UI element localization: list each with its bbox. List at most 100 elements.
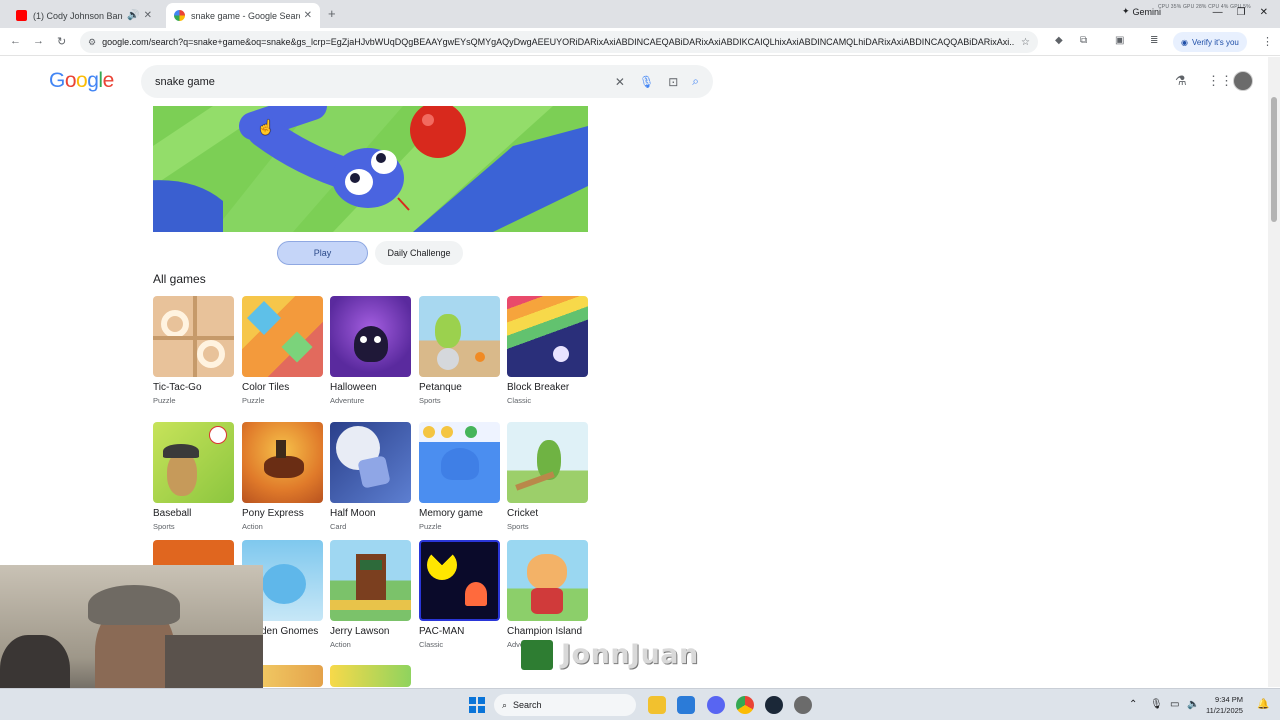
chrome-icon[interactable] (736, 696, 754, 714)
game-card-memory-game[interactable]: Memory game Puzzle (419, 422, 501, 531)
game-card-cricket[interactable]: Cricket Sports (507, 422, 589, 531)
search-box[interactable]: snake game ✕ 🎙 ⊡ ⌕ (141, 65, 713, 98)
reload-icon[interactable]: ↻ (57, 35, 66, 48)
daily-challenge-button[interactable]: Daily Challenge (375, 241, 463, 265)
speaker-icon[interactable]: 🔊 (127, 10, 139, 21)
discord-icon[interactable] (707, 696, 725, 714)
jerry-lawson-thumbnail (330, 540, 411, 621)
game-category: Classic (507, 396, 532, 405)
close-tab-icon[interactable]: ✕ (304, 10, 312, 21)
microphone-icon[interactable]: 🎙 (639, 75, 654, 89)
labs-icon[interactable]: ⚗ (1175, 73, 1187, 89)
clear-icon[interactable]: ✕ (615, 75, 625, 89)
tab-google-search[interactable]: snake game - Google Search ✕ (166, 3, 320, 28)
pac-man-thumbnail (419, 540, 500, 621)
game-name: Half Moon (330, 508, 376, 519)
apps-grid-icon[interactable]: ⋮⋮ (1207, 73, 1233, 89)
extension-icon[interactable]: ◆ (1055, 35, 1063, 46)
tic-tac-go-thumbnail (153, 296, 234, 377)
microphone-icon[interactable]: 🎙 (1150, 699, 1163, 710)
url-text[interactable]: google.com/search?q=snake+game&oq=snake&… (102, 37, 1015, 47)
gemini-label: Gemini (1132, 6, 1162, 17)
file-explorer-icon[interactable] (648, 696, 666, 714)
network-icon[interactable]: ▭ (1170, 699, 1179, 710)
game-name: Jerry Lawson (330, 626, 390, 637)
snake-game-banner[interactable] (153, 106, 588, 232)
new-tab-button[interactable]: + (328, 6, 336, 21)
game-card-pac-man[interactable]: PAC-MAN Classic (419, 540, 501, 649)
champion-island-thumbnail (507, 540, 588, 621)
account-icon: ◉ (1181, 37, 1188, 47)
page-scrollbar[interactable] (1268, 57, 1280, 687)
petanque-thumbnail (419, 296, 500, 377)
verify-label: Verify it's you (1191, 37, 1239, 47)
site-info-icon[interactable]: ⚙ (88, 37, 96, 48)
scrollbar-thumb[interactable] (1271, 97, 1277, 222)
game-card-half-moon[interactable]: Half Moon Card (330, 422, 412, 531)
game-category: Puzzle (153, 396, 176, 405)
search-icon[interactable]: ⌕ (692, 74, 699, 89)
search-icon: ⌕ (502, 699, 508, 710)
chevron-up-icon[interactable]: ⌃ (1129, 699, 1137, 710)
play-button[interactable]: Play (277, 241, 368, 265)
pony-express-thumbnail (242, 422, 323, 503)
game-card-tic-tac-go[interactable]: Tic-Tac-Go Puzzle (153, 296, 235, 405)
volume-icon[interactable]: 🔈 (1187, 699, 1199, 710)
omnibox[interactable]: ⚙ google.com/search?q=snake+game&oq=snak… (80, 31, 1038, 53)
app-icon[interactable] (794, 696, 812, 714)
minimize-icon[interactable]: — (1213, 7, 1223, 18)
game-card-partial[interactable] (330, 665, 412, 687)
game-card-champion-island[interactable]: Champion Island Adventure (507, 540, 589, 649)
steam-icon[interactable] (765, 696, 783, 714)
close-tab-icon[interactable]: ✕ (144, 10, 152, 21)
streamer-logo-icon (521, 639, 553, 670)
game-card-pony-express[interactable]: Pony Express Action (242, 422, 324, 531)
tab-title: (1) Cody Johnson Band - Di (33, 10, 123, 21)
game-name: PAC-MAN (419, 626, 465, 637)
game-card-halloween[interactable]: Halloween Adventure (330, 296, 412, 405)
back-icon[interactable]: ← (10, 35, 21, 47)
game-card-petanque[interactable]: Petanque Sports (419, 296, 501, 405)
tab-search-icon[interactable]: ▣ (1115, 35, 1124, 46)
restore-icon[interactable]: ❐ (1237, 7, 1246, 18)
menu-icon[interactable]: ⋮ (1262, 35, 1273, 48)
half-moon-thumbnail (330, 422, 411, 503)
game-card-baseball[interactable]: Baseball Sports (153, 422, 235, 531)
game-name: Block Breaker (507, 382, 570, 393)
avatar[interactable] (1233, 71, 1253, 91)
all-games-heading: All games (153, 272, 206, 286)
window-controls: — ❐ ✕ (1213, 7, 1268, 18)
game-card-jerry-lawson[interactable]: Jerry Lawson Action (330, 540, 412, 649)
taskbar-search[interactable]: ⌕ Search (494, 694, 636, 716)
game-category: Card (330, 522, 347, 531)
baseball-thumbnail (153, 422, 234, 503)
tab-youtube[interactable]: (1) Cody Johnson Band - Di 🔊 ✕ (8, 3, 160, 28)
hand-cursor-icon: ☝ (257, 119, 275, 135)
lens-icon[interactable]: ⊡ (668, 75, 678, 89)
google-logo[interactable]: Google (49, 69, 114, 93)
game-category: Puzzle (242, 396, 265, 405)
game-name: Petanque (419, 382, 462, 393)
game-card-color-tiles[interactable]: Color Tiles Puzzle (242, 296, 324, 405)
forward-icon[interactable]: → (33, 35, 44, 47)
windows-start-icon[interactable] (469, 697, 485, 713)
game-thumbnail (330, 665, 411, 687)
watermark-text: JonnJuan (561, 639, 699, 670)
game-category: Sports (419, 396, 441, 405)
reading-list-icon[interactable]: ≣ (1150, 35, 1158, 46)
game-card-block-breaker[interactable]: Block Breaker Classic (507, 296, 589, 405)
game-name: Pony Express (242, 508, 304, 519)
streamer-watermark: JonnJuan (521, 639, 699, 670)
store-icon[interactable] (677, 696, 695, 714)
search-input[interactable]: snake game (155, 76, 601, 88)
color-tiles-thumbnail (242, 296, 323, 377)
puzzle-icon[interactable]: ⧉ (1080, 35, 1087, 46)
gemini-button[interactable]: ✦ Gemini (1122, 6, 1161, 17)
tab-title: snake game - Google Search (191, 10, 300, 21)
close-window-icon[interactable]: ✕ (1260, 7, 1268, 18)
bookmark-star-icon[interactable]: ☆ (1021, 37, 1030, 48)
notification-icon[interactable]: 🔔 (1257, 699, 1269, 710)
verify-button[interactable]: ◉ Verify it's you (1173, 32, 1247, 52)
system-clock[interactable]: 9:34 PM 11/21/2025 (1206, 694, 1243, 716)
youtube-icon (16, 10, 27, 21)
